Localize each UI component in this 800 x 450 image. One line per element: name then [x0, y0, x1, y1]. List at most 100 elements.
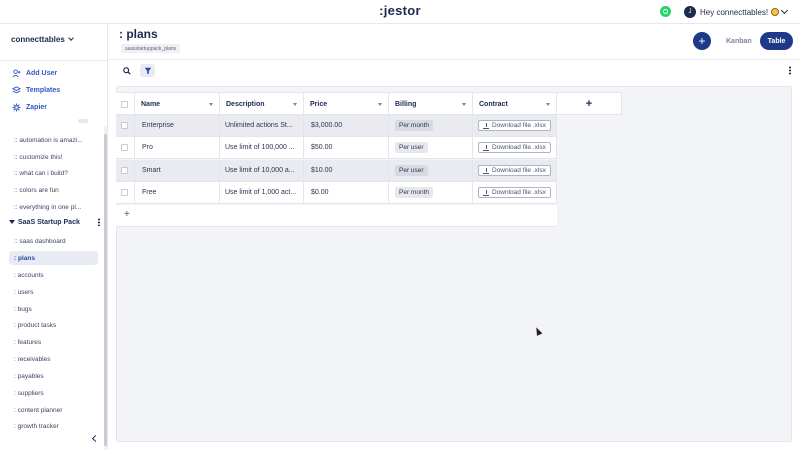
sidebar-item-plans[interactable]: : plans: [9, 251, 98, 265]
column-header-price[interactable]: Price: [304, 93, 389, 115]
cell-billing[interactable]: Per user: [389, 137, 473, 159]
more-options-icon[interactable]: [789, 66, 791, 75]
caret-down-icon[interactable]: [462, 103, 466, 106]
row-checkbox[interactable]: [121, 144, 128, 151]
download-file-button[interactable]: Download file .xlsx: [478, 120, 551, 131]
table-row[interactable]: Smart Use limit of 10,000 a... $10.00 Pe…: [116, 160, 557, 183]
filter-button[interactable]: [140, 64, 155, 77]
more-options-icon[interactable]: [98, 218, 100, 226]
caret-down-icon[interactable]: [546, 103, 550, 106]
cell-contract: Download file .xlsx: [473, 160, 557, 182]
add-row-bar[interactable]: +: [116, 205, 557, 227]
cell-name[interactable]: Enterprise: [135, 115, 220, 137]
sidebar-item-payables[interactable]: : payables: [9, 369, 98, 383]
whatsapp-icon[interactable]: [660, 6, 671, 17]
add-row-icon[interactable]: +: [124, 209, 130, 220]
zapier-label: Zapier: [26, 104, 48, 111]
caret-down-icon[interactable]: [9, 220, 15, 224]
table-row[interactable]: Pro Use limit of 100,000 ... $50.00 Per …: [116, 137, 557, 160]
cell-description[interactable]: Use limit of 10,000 a...: [220, 160, 304, 182]
greeting-text: Hey connecttables!: [700, 7, 769, 17]
row-checkbox[interactable]: [121, 189, 128, 196]
download-label: Download file .xlsx: [492, 189, 546, 196]
brand-logo[interactable]: :jestor: [0, 3, 800, 18]
caret-down-icon[interactable]: [378, 103, 382, 106]
divider: [0, 60, 108, 61]
sidebar-item-bugs[interactable]: : bugs: [9, 302, 98, 316]
column-header-billing[interactable]: Billing: [389, 93, 473, 115]
cell-description[interactable]: Use limit of 100,000 ...: [220, 137, 304, 159]
sidebar-item-customize[interactable]: :: customize this!: [9, 150, 98, 164]
sidebar-item-suppliers[interactable]: : suppliers: [9, 386, 98, 400]
add-user-link[interactable]: Add User: [12, 69, 57, 78]
sidebar-item-what-can-i-build[interactable]: :: what can i build?: [9, 166, 98, 180]
user-menu[interactable]: J Hey connecttables!: [684, 5, 789, 19]
search-button[interactable]: [119, 64, 134, 77]
collapse-sidebar-icon[interactable]: [91, 434, 100, 443]
sidebar-item-colors[interactable]: :: colors are fun: [9, 183, 98, 197]
download-file-button[interactable]: Download file .xlsx: [478, 187, 551, 198]
add-column-button[interactable]: +: [557, 93, 622, 115]
cell-price[interactable]: $3,000.00: [304, 115, 389, 137]
row-checkbox[interactable]: [121, 167, 128, 174]
download-file-button[interactable]: Download file .xlsx: [478, 165, 551, 176]
cell-description[interactable]: Use limit of 1,000 act...: [220, 182, 304, 204]
chevron-down-icon[interactable]: [781, 6, 789, 15]
cell-billing[interactable]: Per month: [389, 115, 473, 137]
cell-name[interactable]: Free: [135, 182, 220, 204]
sidebar-item-features[interactable]: : features: [9, 335, 98, 349]
sidebar-item-product-tasks[interactable]: : product tasks: [9, 318, 98, 332]
table-row[interactable]: Enterprise Unlimited actions St... $3,00…: [116, 115, 557, 138]
row-select-cell: [116, 137, 135, 159]
sidebar-scroll-thumb[interactable]: [104, 134, 107, 446]
column-label: Description: [226, 100, 265, 108]
cell-description[interactable]: Unlimited actions St...: [220, 115, 304, 137]
column-header-name[interactable]: Name: [135, 93, 220, 115]
cell-name[interactable]: Smart: [135, 160, 220, 182]
sidebar-item-everything[interactable]: :: everything in one pl...: [9, 200, 98, 214]
cell-contract: Download file .xlsx: [473, 182, 557, 204]
tab-kanban[interactable]: Kanban: [718, 32, 760, 50]
cell-billing[interactable]: Per user: [389, 160, 473, 182]
download-icon: [483, 144, 489, 151]
select-all-checkbox[interactable]: [121, 100, 128, 108]
chevron-down-icon[interactable]: [67, 35, 74, 41]
row-select-cell: [116, 115, 135, 137]
view-switcher: Kanban Table: [718, 32, 794, 50]
caret-down-icon[interactable]: [293, 103, 297, 106]
column-label: Price: [310, 100, 328, 108]
column-header-contract[interactable]: Contract: [473, 93, 557, 115]
cell-name[interactable]: Pro: [135, 137, 220, 159]
sidebar-item-automation[interactable]: :: automation is amazi...: [9, 133, 98, 147]
table-row[interactable]: Free Use limit of 1,000 act... $0.00 Per…: [116, 182, 557, 205]
sidebar-item-growth-tracker[interactable]: : growth tracker: [9, 419, 98, 433]
caret-down-icon[interactable]: [209, 103, 213, 106]
billing-chip: Per user: [395, 142, 428, 153]
cell-billing[interactable]: Per month: [389, 182, 473, 204]
workspace-selector[interactable]: connecttables: [11, 35, 74, 44]
templates-link[interactable]: Templates: [12, 86, 60, 95]
sidebar-item-receivables[interactable]: : receivables: [9, 352, 98, 366]
gear-icon: [12, 103, 21, 112]
download-file-button[interactable]: Download file .xlsx: [478, 142, 551, 153]
select-all-cell: [116, 93, 135, 115]
sidebar-group-saas[interactable]: SaaS Startup Pack: [9, 215, 102, 229]
sidebar-item-users[interactable]: : users: [9, 285, 98, 299]
cell-price[interactable]: $10.00: [304, 160, 389, 182]
download-label: Download file .xlsx: [492, 122, 546, 129]
sidebar-item-saas-dashboard[interactable]: :: saas dashboard: [9, 234, 98, 248]
templates-label: Templates: [26, 87, 61, 94]
download-icon: [483, 189, 489, 196]
column-header-description[interactable]: Description: [220, 93, 304, 115]
tab-table[interactable]: Table: [759, 32, 794, 50]
sidebar-item-content-planner[interactable]: : content planner: [9, 403, 98, 417]
avatar[interactable]: J: [684, 6, 696, 18]
column-label: Contract: [479, 100, 508, 108]
add-record-button[interactable]: +: [693, 32, 711, 50]
cell-price[interactable]: $50.00: [304, 137, 389, 159]
zapier-link[interactable]: Zapier: [12, 103, 47, 112]
workspace-name: connecttables: [11, 35, 65, 44]
sidebar-item-accounts[interactable]: : accounts: [9, 268, 98, 282]
cell-price[interactable]: $0.00: [304, 182, 389, 204]
row-checkbox[interactable]: [121, 122, 128, 129]
